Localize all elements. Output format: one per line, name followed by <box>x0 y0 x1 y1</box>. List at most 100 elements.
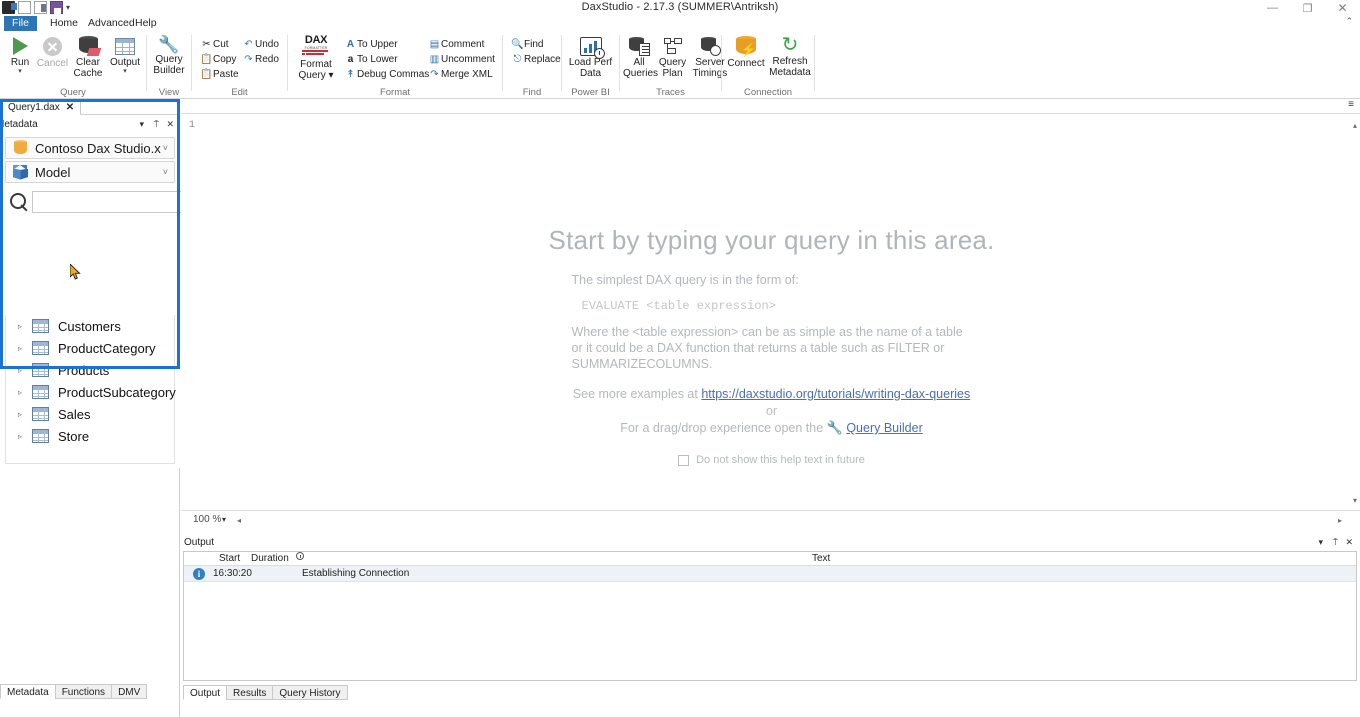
query-builder-label-2: Builder <box>153 65 185 76</box>
format-query-button[interactable]: DAX FORMATTER Format Query ▾ <box>293 34 339 82</box>
output-button[interactable]: Output ▾ <box>107 35 143 75</box>
zoom-dropdown-icon[interactable]: ▾ <box>222 515 226 524</box>
clock-icon <box>296 552 304 560</box>
perf-data-icon <box>579 37 605 59</box>
comment-label: Comment <box>441 39 485 51</box>
find-label: Find <box>524 39 544 51</box>
query-plan-button[interactable]: Query Plan <box>656 35 689 79</box>
to-lower-button[interactable]: a To Lower <box>344 54 398 65</box>
uncomment-button[interactable]: ▥ Uncomment <box>428 54 495 65</box>
tree-item-productsubcategory[interactable]: ▹ ProductSubcategory <box>6 381 176 403</box>
dax-title: DAX <box>304 34 328 46</box>
metadata-panel: Query1.dax ✕ Metadata ▾ ⍑ ✕ Contoso Dax … <box>0 99 211 717</box>
model-selector-value: Model <box>35 164 71 180</box>
expand-arrow-icon[interactable]: ▹ <box>18 344 32 353</box>
tree-item-sales[interactable]: ▹ Sales <box>6 403 174 425</box>
column-header-start[interactable]: Start <box>219 552 240 566</box>
run-caret-icon[interactable]: ▾ <box>4 68 36 75</box>
run-label: Run <box>10 57 30 68</box>
clear-cache-button[interactable]: Clear Cache <box>70 35 106 79</box>
dax-studio-window: ▾ DaxStudio - 2.17.3 (SUMMER\Antriksh) —… <box>0 0 1360 717</box>
bottom-tab-dmv[interactable]: DMV <box>111 684 148 699</box>
ribbon-group-traces: All Queries Query Plan Server Timings Tr… <box>620 31 727 99</box>
to-upper-button[interactable]: A To Upper <box>344 39 398 50</box>
tab-help[interactable]: Help <box>126 16 166 31</box>
chevron-down-icon[interactable]: ▾ <box>1318 534 1323 551</box>
output-panel-header: Output ▾ ⍑ ✕ <box>181 534 1360 551</box>
redo-button[interactable]: ↷ Redo <box>242 54 279 65</box>
document-tab-query1[interactable]: Query1.dax ✕ <box>2 99 82 115</box>
tree-item-customers[interactable]: ▹ Customers <box>6 315 174 337</box>
refresh-metadata-button[interactable]: ↻ Refresh Metadata <box>768 35 812 79</box>
run-button[interactable]: Run ▾ <box>4 35 36 75</box>
expand-arrow-icon[interactable]: ▹ <box>18 366 32 375</box>
tree-item-products[interactable]: ▹ Products <box>6 359 174 381</box>
bottom-tab-metadata[interactable]: Metadata <box>0 684 56 699</box>
server-timings-icon <box>700 36 721 56</box>
column-header-duration[interactable]: Duration <box>251 552 289 566</box>
chevron-down-icon[interactable]: ▾ <box>139 116 144 133</box>
hide-help-checkbox-row[interactable]: Do not show this help text in future <box>197 454 1346 466</box>
chevron-down-icon[interactable]: ˅ <box>163 167 168 177</box>
tab-file[interactable]: File <box>4 16 37 31</box>
paste-button[interactable]: 📋Paste <box>200 69 238 80</box>
model-selector[interactable]: Model ˅ <box>5 161 175 183</box>
close-icon[interactable]: ✕ <box>66 100 74 115</box>
search-icon[interactable] <box>8 191 30 213</box>
dax-tutorials-link[interactable]: https://daxstudio.org/tutorials/writing-… <box>701 387 970 401</box>
restore-button[interactable]: ❐ <box>1290 0 1325 16</box>
scroll-left-icon[interactable]: ◂ <box>237 516 241 525</box>
load-perf-label-2: Data <box>579 68 602 79</box>
copy-button[interactable]: 📋Copy <box>200 54 236 65</box>
scroll-down-icon[interactable]: ▾ <box>1353 496 1357 505</box>
ribbon-group-label-find: Find <box>522 87 542 98</box>
expand-arrow-icon[interactable]: ▹ <box>18 410 32 419</box>
expand-arrow-icon[interactable]: ▹ <box>18 432 32 441</box>
pin-icon[interactable]: ⍑ <box>154 116 159 133</box>
scroll-right-icon[interactable]: ▸ <box>1338 516 1342 525</box>
find-button[interactable]: 🔍Find <box>511 39 543 50</box>
tab-list-icon[interactable]: ≡ <box>1348 99 1354 110</box>
document-tab-label: Query1.dax <box>8 101 60 113</box>
undo-button[interactable]: ↶ Undo <box>242 39 279 50</box>
expand-arrow-icon[interactable]: ▹ <box>18 388 32 397</box>
output-caret-icon[interactable]: ▾ <box>107 68 143 75</box>
help-examples-row: See more examples at https://daxstudio.o… <box>197 386 1346 402</box>
output-grid-icon <box>115 38 135 55</box>
editor-status-bar: 100 % ▾ ◂ ▸ <box>181 510 1360 531</box>
ribbon-collapse-icon[interactable]: ⌃ <box>1345 16 1353 27</box>
query-builder-link[interactable]: Query Builder <box>846 421 922 435</box>
hide-help-checkbox[interactable] <box>678 454 690 466</box>
bottom-tab-functions[interactable]: Functions <box>54 684 113 699</box>
hide-help-label: Do not show this help text in future <box>696 454 865 466</box>
debug-commas-button[interactable]: ↟ Debug Commas <box>344 69 429 80</box>
merge-xml-button[interactable]: ↷ Merge XML <box>428 69 492 80</box>
bottom-tab-query-history[interactable]: Query History <box>272 685 348 700</box>
chevron-down-icon[interactable]: ˅ <box>163 143 168 153</box>
pin-icon[interactable]: ⍑ <box>1333 534 1338 551</box>
close-icon[interactable]: ✕ <box>166 116 174 133</box>
bottom-tab-output[interactable]: Output <box>183 685 228 700</box>
database-selector[interactable]: Contoso Dax Studio.x ˅ <box>5 137 175 159</box>
editor-text-area[interactable]: Start by typing your query in this area.… <box>197 115 1346 509</box>
bottom-tab-results[interactable]: Results <box>226 685 274 700</box>
comment-button[interactable]: ▤ Comment <box>428 39 485 51</box>
cancel-button[interactable]: Cancel <box>36 35 69 69</box>
close-button[interactable]: ✕ <box>1325 0 1360 16</box>
close-icon[interactable]: ✕ <box>1345 534 1353 551</box>
query-builder-button[interactable]: 🔧 Query Builder <box>150 35 188 76</box>
cancel-label: Cancel <box>36 58 69 69</box>
scroll-up-icon[interactable]: ▴ <box>1353 121 1357 130</box>
expand-arrow-icon[interactable]: ▹ <box>18 322 32 331</box>
column-header-text[interactable]: Text <box>812 552 830 566</box>
comment-icon: ▤ <box>429 39 440 50</box>
table-row[interactable]: i 16:30:20 Establishing Connection <box>184 566 1356 582</box>
connect-button[interactable]: ⚡ Connect <box>725 35 767 69</box>
load-perf-data-button[interactable]: Load Perf Data <box>566 35 615 79</box>
minimize-button[interactable]: — <box>1255 0 1290 16</box>
all-queries-button[interactable]: All Queries <box>623 35 658 79</box>
replace-button[interactable]: ⎋ Replace <box>511 54 561 65</box>
tree-item-store[interactable]: ▹ Store <box>6 425 174 447</box>
cut-button[interactable]: ✂ Cut <box>200 39 228 50</box>
tree-item-productcategory[interactable]: ▹ ProductCategory <box>6 337 174 359</box>
